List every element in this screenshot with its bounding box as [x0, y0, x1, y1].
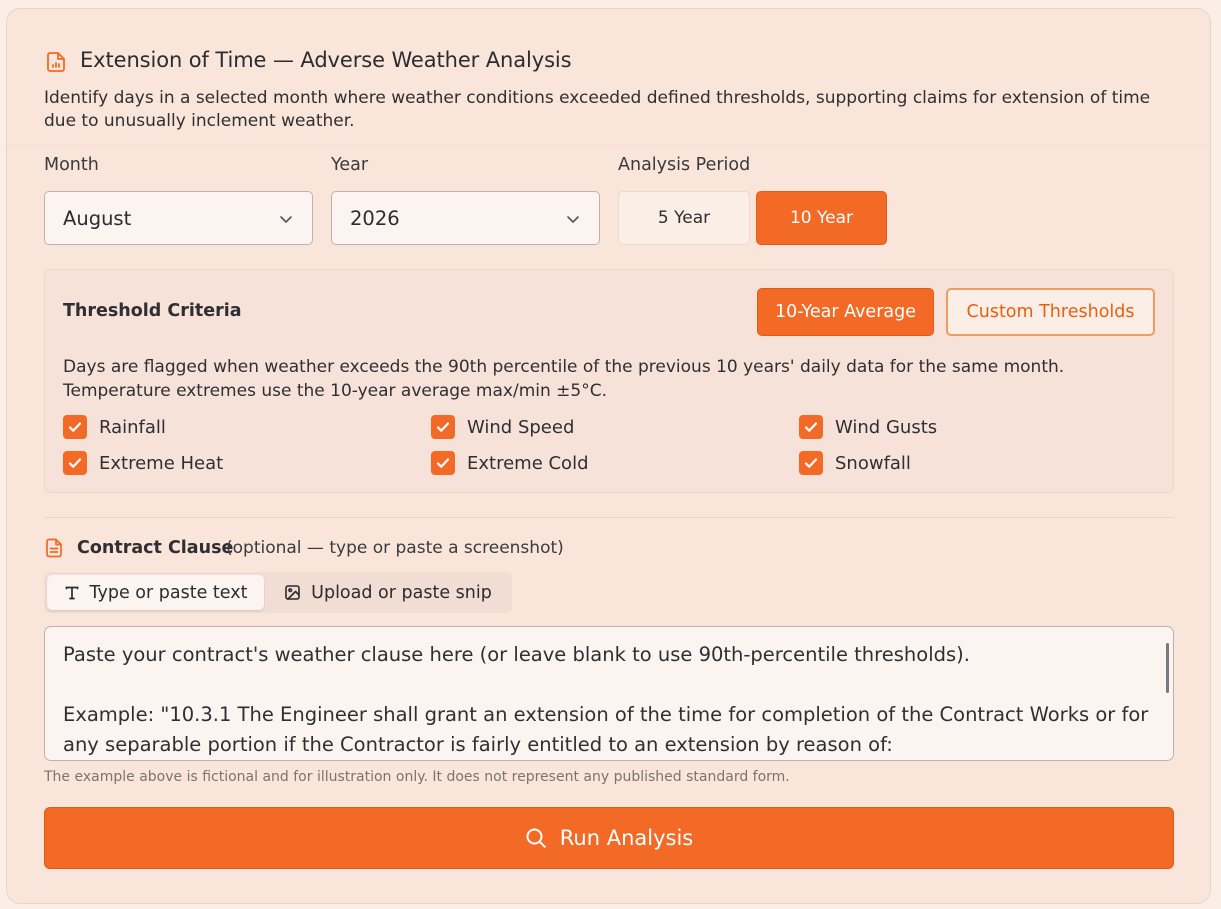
criteria-label: Rainfall [99, 416, 166, 438]
threshold-description: Days are flagged when weather exceeds th… [63, 357, 1065, 401]
month-value: August [63, 206, 132, 230]
criteria-label: Extreme Cold [467, 452, 589, 474]
contract-clause-textarea[interactable]: Paste your contract's weather clause her… [44, 626, 1174, 761]
ten-year-average-button[interactable]: 10-Year Average [757, 288, 934, 336]
criteria-label: Wind Speed [467, 416, 575, 438]
criteria-wind-gusts[interactable]: Wind Gusts [799, 415, 937, 439]
scrollbar[interactable] [1166, 643, 1169, 693]
criteria-label: Wind Gusts [835, 416, 938, 438]
criteria-extreme-heat[interactable]: Extreme Heat [63, 451, 223, 475]
threshold-panel: Threshold Criteria 10-Year Average Custo… [44, 269, 1174, 493]
criteria-wind-speed[interactable]: Wind Speed [431, 415, 574, 439]
criteria-extreme-cold[interactable]: Extreme Cold [431, 451, 589, 475]
period-10-year-button[interactable]: 10 Year [756, 191, 887, 245]
period-5-year-button[interactable]: 5 Year [618, 191, 750, 245]
criteria-label: Extreme Heat [99, 452, 224, 474]
threshold-title: Threshold Criteria [63, 301, 242, 321]
contract-clause-subtitle: (optional — type or paste a screenshot) [226, 538, 564, 558]
chevron-down-icon [567, 216, 579, 223]
run-analysis-button[interactable]: Run Analysis [44, 807, 1174, 869]
analysis-card: Extension of Time — Adverse Weather Anal… [6, 8, 1211, 904]
chevron-down-icon [280, 216, 292, 223]
tab-label: Upload or paste snip [311, 582, 492, 603]
checkbox-checked-icon[interactable] [63, 415, 87, 439]
month-label: Month [44, 155, 99, 175]
criteria-rainfall[interactable]: Rainfall [63, 415, 166, 439]
year-label: Year [331, 155, 369, 175]
year-select[interactable]: 2026 [331, 191, 600, 245]
contract-clause-title: Contract Clause [77, 538, 234, 558]
tab-type-text[interactable]: Type or paste text [47, 575, 264, 610]
image-icon [285, 585, 300, 600]
tab-upload-snip[interactable]: Upload or paste snip [267, 575, 509, 610]
page-description: Identify days in a selected month where … [44, 88, 1151, 131]
checkbox-checked-icon[interactable] [431, 415, 455, 439]
input-mode-tabs: Type or paste text Upload or paste snip [44, 572, 512, 613]
custom-thresholds-button[interactable]: Custom Thresholds [946, 288, 1155, 336]
page-title: Extension of Time — Adverse Weather Anal… [80, 48, 572, 72]
disclaimer-note: The example above is fictional and for i… [44, 769, 790, 785]
checkbox-checked-icon[interactable] [799, 415, 823, 439]
criteria-label: Snowfall [835, 452, 911, 474]
document-icon [46, 538, 62, 558]
chart-document-icon [47, 52, 65, 72]
textarea-placeholder: Paste your contract's weather clause her… [63, 643, 1149, 756]
tab-label: Type or paste text [89, 582, 248, 603]
text-icon [65, 586, 78, 599]
divider [44, 517, 1174, 518]
run-analysis-label: Run Analysis [559, 826, 694, 850]
period-label: Analysis Period [618, 155, 751, 175]
criteria-snowfall[interactable]: Snowfall [799, 451, 911, 475]
divider [7, 145, 1210, 146]
search-icon [526, 828, 546, 848]
checkbox-checked-icon[interactable] [63, 451, 87, 475]
checkbox-checked-icon[interactable] [431, 451, 455, 475]
year-value: 2026 [350, 206, 400, 230]
month-select[interactable]: August [44, 191, 313, 245]
checkbox-checked-icon[interactable] [799, 451, 823, 475]
